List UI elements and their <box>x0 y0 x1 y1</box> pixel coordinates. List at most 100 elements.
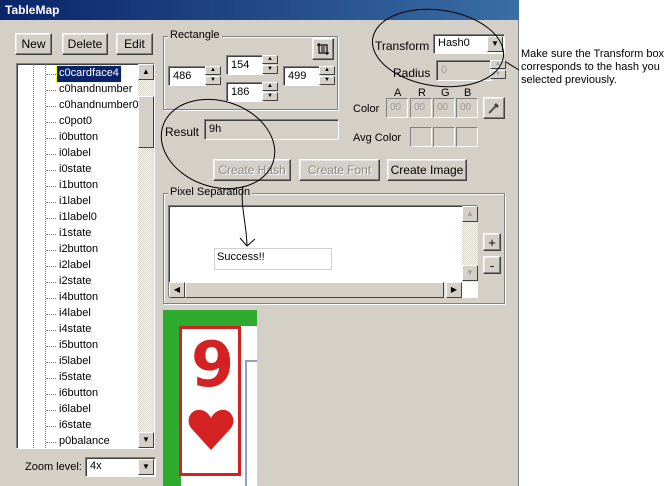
scroll-up-button[interactable]: ▲ <box>462 206 478 222</box>
tree-item[interactable]: i4button <box>57 290 100 306</box>
tree-connector <box>46 138 56 139</box>
delete-button[interactable]: Delete <box>62 33 108 55</box>
spin-up-icon[interactable]: ▲ <box>319 66 335 75</box>
tree-item[interactable]: i0label <box>57 146 93 162</box>
pixel-separation-title: Pixel Separation <box>168 186 253 198</box>
annotation-line-2: corresponds to the hash you <box>521 61 660 73</box>
color-r-value: 00 <box>414 102 426 113</box>
tree-item[interactable]: c0pot0 <box>57 114 94 130</box>
result-label: Result <box>165 125 200 139</box>
tree-connector <box>46 298 56 299</box>
tree-item[interactable]: i2button <box>57 242 100 258</box>
radius-spinner[interactable]: ▲ ▼ <box>490 60 506 81</box>
tree-item[interactable]: p0balance <box>57 434 112 448</box>
chevron-down-icon[interactable]: ▼ <box>487 36 503 52</box>
tree-connector <box>46 74 56 75</box>
spin-down-icon[interactable]: ▼ <box>205 76 221 85</box>
tree-item[interactable]: i2label <box>57 258 93 274</box>
tree-item[interactable]: c0cardface4 <box>56 65 122 83</box>
region-tree-list[interactable]: c0cardface4 c0handnumber c0handnumber0 c0po… <box>16 63 155 449</box>
edit-button[interactable]: Edit <box>116 33 153 55</box>
transform-value: Hash0 <box>438 37 470 49</box>
color-g-field[interactable]: 00 <box>433 98 455 118</box>
color-b-field[interactable]: 00 <box>456 98 478 118</box>
rect-right-spinner[interactable]: ▲ ▼ <box>319 66 335 86</box>
scroll-down-button[interactable]: ▼ <box>138 432 154 448</box>
tree-connector <box>46 442 56 443</box>
tree-item[interactable]: i1label0 <box>57 210 99 226</box>
create-font-button[interactable]: Create Font <box>299 159 380 181</box>
rect-bottom-value: 186 <box>231 86 250 98</box>
spin-up-icon[interactable]: ▲ <box>262 55 278 64</box>
avg-color-g <box>433 127 455 147</box>
tree-item[interactable]: c0handnumber <box>57 82 134 98</box>
scroll-right-button[interactable]: ▶ <box>446 282 462 298</box>
add-separation-button[interactable]: + <box>483 233 501 251</box>
create-image-button[interactable]: Create Image <box>387 159 467 181</box>
crop-icon <box>317 43 329 55</box>
rect-bottom-spinner[interactable]: ▲ ▼ <box>262 82 278 102</box>
spin-down-icon[interactable]: ▼ <box>319 76 335 85</box>
rectangle-title: Rectangle <box>168 29 222 41</box>
tree-item[interactable]: i6state <box>57 418 93 434</box>
rect-left-field[interactable]: 486 <box>168 66 206 86</box>
remove-separation-button[interactable]: - <box>483 256 501 274</box>
tree-item[interactable]: i4state <box>57 322 93 338</box>
tree-item[interactable]: c0handnumber0 <box>57 98 141 114</box>
tree-item[interactable]: i4label <box>57 306 93 322</box>
tree-scroll-thumb[interactable] <box>138 96 154 148</box>
tree-item[interactable]: i1button <box>57 178 100 194</box>
color-b-value: 00 <box>460 102 472 113</box>
chevron-down-icon[interactable]: ▼ <box>138 459 154 475</box>
heart-icon <box>188 409 234 450</box>
color-a-value: 00 <box>390 102 402 113</box>
tree-connector <box>46 426 56 427</box>
transform-select[interactable]: Hash0 ▼ <box>433 34 505 54</box>
new-button[interactable]: New <box>15 33 52 55</box>
tree-item[interactable]: i6label <box>57 402 93 418</box>
create-hash-button[interactable]: Create Hash <box>213 159 291 181</box>
color-r-field[interactable]: 00 <box>410 98 432 118</box>
spin-down-icon[interactable]: ▼ <box>490 70 506 79</box>
spin-up-icon[interactable]: ▲ <box>490 60 506 69</box>
spin-down-icon[interactable]: ▼ <box>262 65 278 74</box>
scroll-down-button[interactable]: ▼ <box>462 265 478 281</box>
radius-value: 0 <box>441 64 448 76</box>
tablemap-window: TableMap New Delete Edit c0cardface4 c0ha… <box>0 0 519 486</box>
tree-item[interactable]: i0state <box>57 162 93 178</box>
eyedropper-button[interactable] <box>483 97 505 119</box>
success-message-box: Success!! <box>214 248 332 270</box>
spin-up-icon[interactable]: ▲ <box>205 66 221 75</box>
tree-connector <box>46 250 56 251</box>
color-a-field[interactable]: 00 <box>386 98 408 118</box>
rect-bottom-field[interactable]: 186 <box>226 82 264 102</box>
tree-item[interactable]: i6button <box>57 386 100 402</box>
pixel-sep-hscroll-thumb[interactable] <box>185 282 444 298</box>
tree-connector <box>46 154 56 155</box>
rect-picker-button[interactable] <box>312 38 334 60</box>
zoom-select[interactable]: 4x ▼ <box>85 457 156 477</box>
annotation-line-1: Make sure the Transform box <box>521 48 665 60</box>
card-preview-image: 9 <box>163 310 257 486</box>
tree-item[interactable]: i5state <box>57 370 93 386</box>
tree-item[interactable]: i5label <box>57 354 93 370</box>
rect-right-field[interactable]: 499 <box>283 66 321 86</box>
tree-connector <box>46 330 56 331</box>
spin-up-icon[interactable]: ▲ <box>262 82 278 91</box>
scroll-up-button[interactable]: ▲ <box>138 64 154 80</box>
rect-top-field[interactable]: 154 <box>226 55 264 75</box>
tree-item[interactable]: i2state <box>57 274 93 290</box>
tree-connector <box>46 186 56 187</box>
tree-item[interactable]: i1label <box>57 194 93 210</box>
tree-item[interactable]: i1state <box>57 226 93 242</box>
spin-down-icon[interactable]: ▼ <box>262 92 278 101</box>
rect-left-spinner[interactable]: ▲ ▼ <box>205 66 221 86</box>
tree-item[interactable]: i5button <box>57 338 100 354</box>
result-field[interactable]: 9h <box>204 119 339 140</box>
tree-guide-line <box>33 64 34 448</box>
tree-item[interactable]: i0button <box>57 130 100 146</box>
radius-field[interactable]: 0 <box>436 60 492 81</box>
rect-left-value: 486 <box>173 70 192 82</box>
scroll-left-button[interactable]: ◀ <box>169 282 185 298</box>
rect-top-spinner[interactable]: ▲ ▼ <box>262 55 278 75</box>
